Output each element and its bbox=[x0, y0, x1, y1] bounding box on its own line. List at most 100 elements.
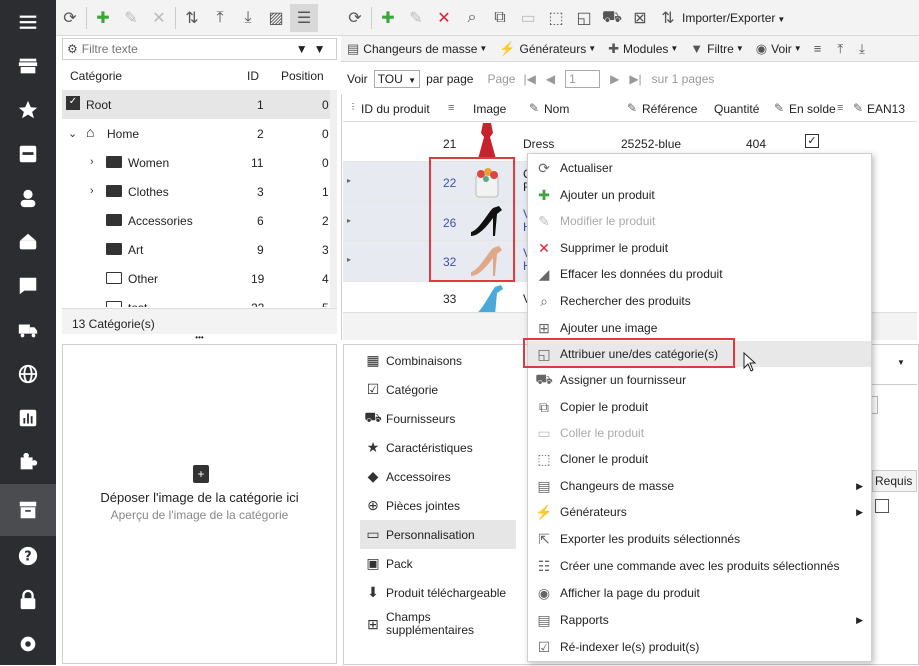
col-on-sale[interactable]: En solde bbox=[789, 102, 836, 116]
puzzle-icon[interactable] bbox=[0, 440, 56, 484]
add-icon[interactable]: ✚ bbox=[89, 4, 117, 32]
menu-add-product[interactable]: ✚ Ajouter un produit bbox=[528, 182, 871, 208]
menu-clone-product[interactable]: ⬚ Cloner le produit bbox=[528, 446, 871, 472]
menu-icon[interactable] bbox=[0, 0, 56, 44]
menu-refresh[interactable]: ⟳ Actualiser bbox=[528, 155, 871, 181]
category-filter-input[interactable] bbox=[81, 42, 292, 56]
category-row-other[interactable]: Other 19 4 bbox=[62, 264, 330, 293]
col-image[interactable]: Image bbox=[473, 102, 506, 116]
category-row-home[interactable]: ⌄ ⌂ Home 2 0 bbox=[62, 119, 330, 148]
category-row-root[interactable]: ✓ Root 1 0 bbox=[62, 90, 330, 119]
funnel-icon[interactable]: ▼ bbox=[296, 42, 308, 56]
view-menu[interactable]: ◉ Voir ▼ bbox=[750, 41, 808, 57]
col-position[interactable]: Position bbox=[281, 69, 324, 83]
tab-features[interactable]: ★ Caractéristiques bbox=[360, 433, 516, 462]
chevron-right-icon[interactable]: › bbox=[90, 185, 94, 197]
refresh-icon[interactable]: ⟳ bbox=[56, 4, 84, 32]
sort-icon[interactable]: ≡ bbox=[448, 102, 454, 114]
funnel-clear-icon[interactable]: ▼ bbox=[314, 42, 326, 56]
last-page-icon[interactable]: ▶| bbox=[629, 72, 641, 86]
required-checkbox[interactable] bbox=[875, 499, 889, 513]
category-row-test[interactable]: test 22 5 bbox=[62, 293, 330, 307]
move-up-icon[interactable]: ⤒ bbox=[206, 4, 234, 32]
category-row-art[interactable]: Art 9 3 bbox=[62, 235, 330, 264]
menu-generators[interactable]: ⚡ Générateurs ▶ bbox=[528, 499, 871, 525]
col-category[interactable]: Catégorie bbox=[70, 69, 122, 83]
menu-assign-supplier[interactable]: ⛟ Assigner un fournisseur bbox=[528, 367, 871, 393]
tab-downloadable[interactable]: ⬇ Produit téléchargeable bbox=[360, 578, 516, 607]
basket-icon[interactable] bbox=[0, 220, 56, 264]
box-icon[interactable] bbox=[0, 484, 56, 536]
next-page-icon[interactable]: ▶ bbox=[610, 72, 619, 86]
menu-mass-changers[interactable]: ▤ Changeurs de masse ▶ bbox=[528, 473, 871, 499]
globe-icon[interactable] bbox=[0, 352, 56, 396]
per-page-select[interactable]: TOU ▼ bbox=[373, 70, 421, 88]
menu-clear-product-data[interactable]: ◢ Effacer les données du produit bbox=[528, 261, 871, 287]
menu-create-order[interactable]: ☷ Créer une commande avec les produits sé… bbox=[528, 553, 871, 579]
sort-icon[interactable]: ⇅ bbox=[178, 4, 206, 32]
menu-reports[interactable]: ▤ Rapports ▶ bbox=[528, 607, 871, 633]
chart-icon[interactable] bbox=[0, 396, 56, 440]
delete-icon[interactable]: ✕ bbox=[430, 4, 458, 32]
tab-extra-fields[interactable]: ⊞ Champs supplémentaires bbox=[360, 608, 516, 640]
truck-icon[interactable] bbox=[0, 308, 56, 352]
move-down-icon[interactable]: ⤓ bbox=[234, 4, 262, 32]
menu-export-selected[interactable]: ⇱ Exporter les produits sélectionnés bbox=[528, 526, 871, 552]
tab-category[interactable]: ☑ Catégorie bbox=[360, 375, 516, 404]
copy-icon[interactable]: ⧉ bbox=[486, 4, 514, 32]
help-icon[interactable]: ? bbox=[0, 534, 56, 578]
assign-category-icon[interactable]: ◱ bbox=[570, 4, 598, 32]
delete-all-icon[interactable]: ⊠ bbox=[626, 4, 654, 32]
first-page-icon[interactable]: |◀ bbox=[523, 72, 535, 86]
menu-copy-product[interactable]: ⧉ Copier le produit bbox=[528, 394, 871, 420]
category-row-women[interactable]: › Women 11 0 bbox=[62, 148, 330, 177]
store-icon[interactable] bbox=[0, 44, 56, 88]
refresh-icon[interactable]: ⟳ bbox=[341, 4, 369, 32]
user-icon[interactable] bbox=[0, 176, 56, 220]
splitter-handle[interactable]: ••• bbox=[62, 334, 337, 342]
tab-attachments[interactable]: ⊕ Pièces jointes bbox=[360, 491, 516, 520]
on-sale-checkbox[interactable]: ✓ bbox=[805, 134, 819, 148]
col-quantity[interactable]: Quantité bbox=[714, 102, 759, 116]
lock-icon[interactable] bbox=[0, 578, 56, 622]
col-id[interactable]: ID bbox=[247, 69, 259, 83]
star-icon[interactable] bbox=[0, 88, 56, 132]
category-row-clothes[interactable]: › Clothes 3 1 bbox=[62, 177, 330, 206]
import-export-menu[interactable]: Importer/Exporter ▼ bbox=[682, 11, 785, 25]
menu-reindex[interactable]: ☑ Ré-indexer le(s) produit(s) bbox=[528, 634, 871, 660]
search-icon[interactable]: ⌕ bbox=[458, 4, 486, 32]
tab-suppliers[interactable]: ⛟ Fournisseurs bbox=[360, 404, 516, 433]
move-down-button[interactable]: ⤓ bbox=[853, 41, 875, 57]
menu-delete-product[interactable]: ✕ Supprimer le produit bbox=[528, 235, 871, 261]
menu-view-product-page[interactable]: ◉ Afficher la page du produit bbox=[528, 580, 871, 606]
tree-scrollbar[interactable] bbox=[330, 90, 337, 308]
sort-alpha-button[interactable]: ≡ bbox=[808, 41, 832, 56]
supplier-truck-icon[interactable]: ⛟ bbox=[598, 4, 626, 32]
col-ean13[interactable]: EAN13 bbox=[867, 102, 905, 116]
add-icon[interactable]: ✚ bbox=[374, 4, 402, 32]
col-reference[interactable]: Référence bbox=[642, 102, 697, 116]
prev-page-icon[interactable]: ◀ bbox=[546, 72, 555, 86]
message-icon[interactable] bbox=[0, 264, 56, 308]
required-column-header[interactable]: Requis bbox=[872, 470, 917, 492]
inbox-icon[interactable] bbox=[0, 132, 56, 176]
mass-changers-menu[interactable]: ▤ Changeurs de masse ▼ bbox=[341, 41, 493, 57]
tab-accessories[interactable]: ◆ Accessoires bbox=[360, 462, 516, 491]
chevron-right-icon[interactable]: › bbox=[90, 156, 94, 168]
category-image-drop-zone[interactable]: + Déposer l'image de la catégorie ici Ap… bbox=[62, 344, 337, 664]
filter-menu[interactable]: ▼ Filtre ▼ bbox=[684, 41, 749, 56]
col-name[interactable]: Nom bbox=[544, 102, 569, 116]
image-icon[interactable]: ▨ bbox=[262, 4, 290, 32]
tab-combinations[interactable]: ▦ Combinaisons bbox=[360, 346, 516, 375]
generators-menu[interactable]: ⚡ Générateurs ▼ bbox=[493, 41, 602, 57]
tab-pack[interactable]: ▣ Pack bbox=[360, 549, 516, 578]
tab-customization[interactable]: ▭ Personnalisation bbox=[360, 520, 516, 549]
category-row-accessories[interactable]: Accessories 6 2 bbox=[62, 206, 330, 235]
page-input[interactable]: 1 bbox=[565, 70, 601, 88]
filter-list-icon[interactable]: ☰ bbox=[290, 3, 318, 32]
dropdown-chevron-icon[interactable]: ▼ bbox=[897, 358, 905, 367]
clone-icon[interactable]: ⬚ bbox=[542, 4, 570, 32]
import-export-icon[interactable]: ⇅ bbox=[654, 4, 682, 32]
modules-menu[interactable]: ✚ Modules ▼ bbox=[602, 41, 684, 57]
chevron-down-icon[interactable]: ⌄ bbox=[68, 127, 77, 140]
